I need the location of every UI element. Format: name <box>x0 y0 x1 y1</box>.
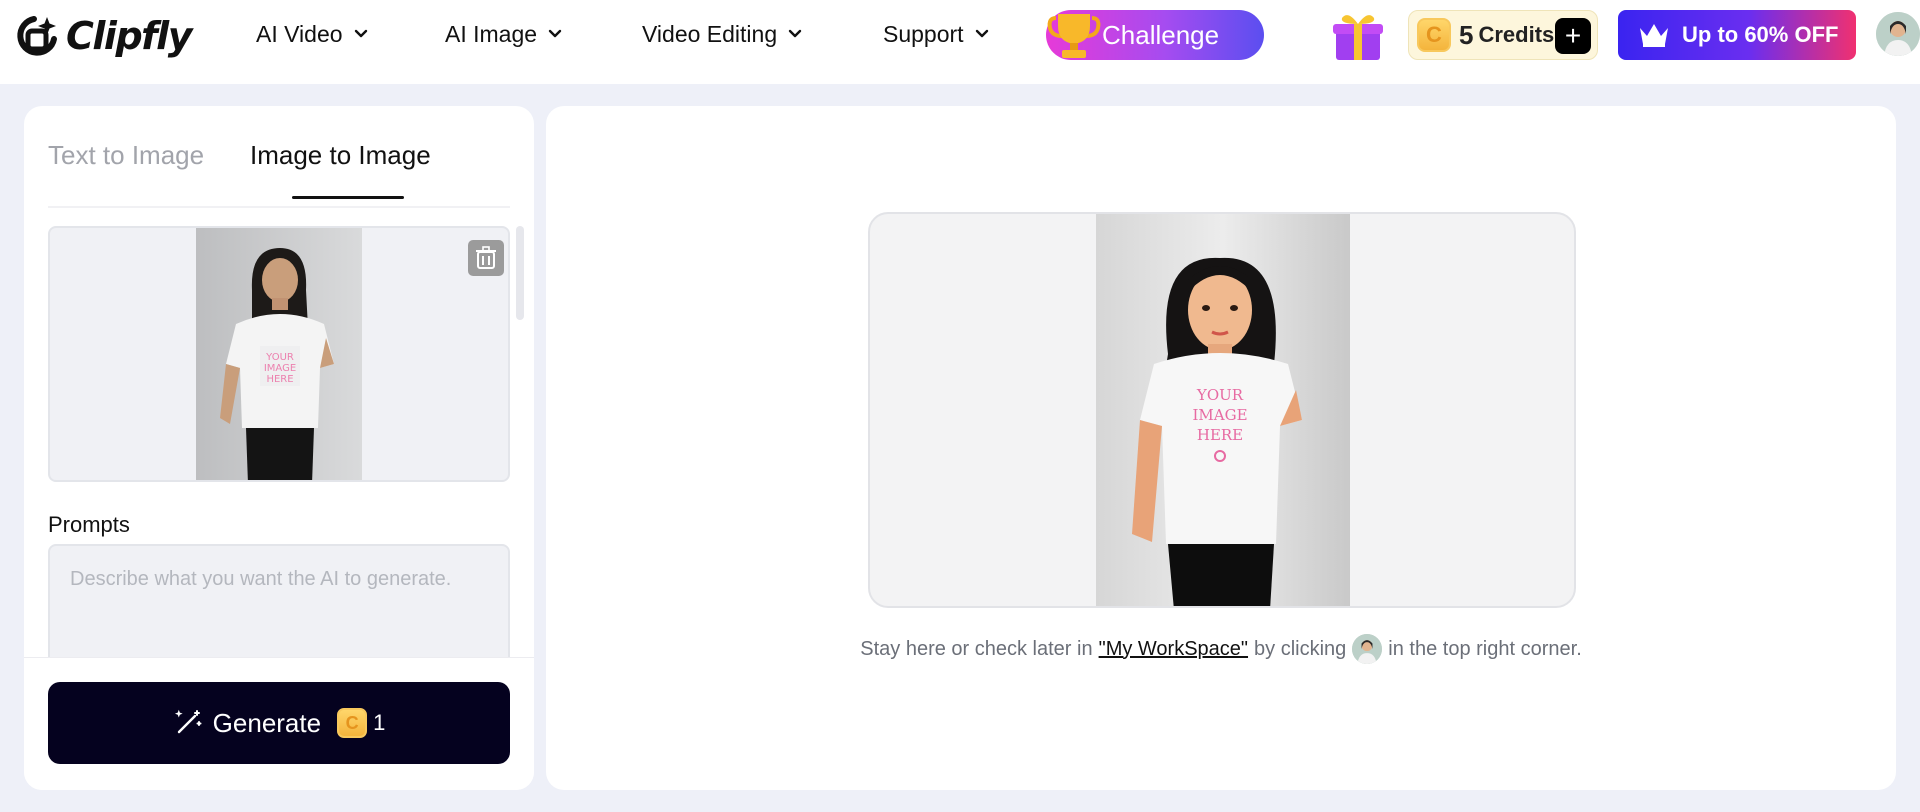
status-middle: by clicking <box>1254 637 1347 660</box>
add-credits-button[interactable]: + <box>1555 18 1591 54</box>
nav-ai-video-label: AI Video <box>256 20 343 47</box>
tab-text-to-image[interactable]: Text to Image <box>48 140 204 171</box>
tab-image-to-image[interactable]: Image to Image <box>250 140 431 171</box>
coin-symbol: C <box>1426 22 1442 47</box>
trash-icon <box>476 246 496 269</box>
nav-support[interactable]: Support <box>883 18 990 50</box>
brand-name: Clipfly <box>66 14 192 58</box>
generator-panel: Text to Image Image to Image YOUR IMAGE … <box>24 106 534 790</box>
panel-scrollbar[interactable] <box>516 226 524 320</box>
status-message: Stay here or check later in "My WorkSpac… <box>546 634 1896 664</box>
nav-video-editing[interactable]: Video Editing <box>642 18 803 50</box>
challenge-label: Challenge <box>1102 19 1220 50</box>
nav-support-label: Support <box>883 20 964 47</box>
coin-icon: C <box>1417 18 1451 52</box>
svg-text:IMAGE: IMAGE <box>1192 406 1247 424</box>
challenge-button[interactable]: Challenge <box>1046 10 1264 60</box>
clipfly-logo-icon <box>17 16 57 56</box>
trophy-icon <box>1047 14 1101 58</box>
gift-icon[interactable] <box>1330 8 1386 64</box>
chevron-down-icon <box>788 29 802 38</box>
credits-label: Credits <box>1478 22 1555 47</box>
chevron-down-icon <box>975 29 988 38</box>
generate-label: Generate <box>212 707 322 738</box>
brand-logo[interactable]: Clipfly <box>14 12 192 60</box>
generated-image: YOUR IMAGE HERE <box>1096 214 1350 606</box>
credits-count: 5 <box>1459 19 1474 50</box>
svg-text:HERE: HERE <box>266 374 293 385</box>
delete-image-button[interactable] <box>468 240 504 276</box>
result-panel: YOUR IMAGE HERE Stay here or check later… <box>546 106 1896 790</box>
nav-video-editing-label: Video Editing <box>642 20 778 47</box>
magic-wand-icon <box>174 709 202 734</box>
generate-cost: 1 <box>373 710 386 735</box>
uploaded-image-area[interactable]: YOUR IMAGE HERE <box>48 226 510 482</box>
nav-ai-image[interactable]: AI Image <box>445 18 563 50</box>
status-prefix: Stay here or check later in <box>860 637 1093 660</box>
nav-ai-video[interactable]: AI Video <box>256 18 369 50</box>
svg-text:HERE: HERE <box>1197 426 1243 444</box>
svg-text:YOUR: YOUR <box>1196 386 1244 404</box>
coin-symbol: C <box>345 712 359 733</box>
svg-text:YOUR: YOUR <box>265 352 294 363</box>
chevron-down-icon <box>548 29 562 38</box>
avatar <box>1352 634 1383 664</box>
mode-tabs: Text to Image Image to Image <box>48 136 510 208</box>
result-preview[interactable]: YOUR IMAGE HERE <box>868 212 1576 608</box>
avatar-image <box>1876 12 1920 56</box>
user-avatar[interactable] <box>1876 12 1920 56</box>
top-bar: Clipfly AI Video AI Image Video Editing … <box>0 0 1920 84</box>
status-suffix: in the top right corner. <box>1388 637 1582 660</box>
svg-text:IMAGE: IMAGE <box>264 363 296 374</box>
generate-button[interactable]: Generate C 1 <box>48 682 510 764</box>
my-workspace-link[interactable]: "My WorkSpace" <box>1099 638 1248 661</box>
promo-button[interactable]: Up to 60% OFF <box>1618 10 1856 60</box>
prompts-label: Prompts <box>48 512 130 537</box>
uploaded-image-thumbnail: YOUR IMAGE HERE <box>196 228 362 480</box>
credits-badge[interactable]: C 5 Credits + <box>1408 10 1598 60</box>
coin-icon: C <box>337 708 368 738</box>
active-tab-indicator <box>292 196 404 199</box>
crown-icon <box>1640 24 1668 47</box>
promo-label: Up to 60% OFF <box>1682 22 1839 47</box>
nav-ai-image-label: AI Image <box>445 20 538 47</box>
chevron-down-icon <box>354 29 367 38</box>
prompt-input[interactable] <box>48 544 510 674</box>
avatar-image <box>1352 634 1383 664</box>
